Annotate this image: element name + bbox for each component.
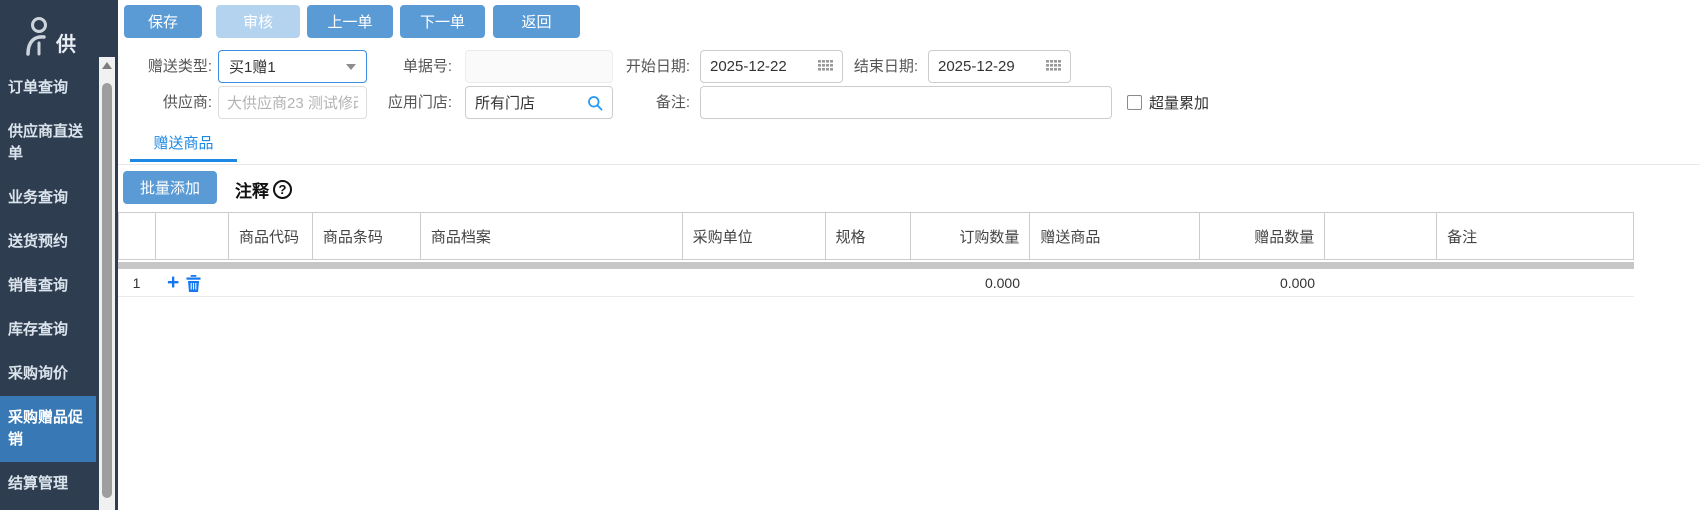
table-row: 1 + 0.000 0.000: [118, 270, 1634, 297]
sidebar-menu: 订单查询 供应商直送单 业务查询 送货预约 销售查询 库存查询 采购询价 采购赠…: [0, 66, 96, 506]
back-button[interactable]: 返回: [493, 5, 580, 38]
table-horizontal-scrollbar[interactable]: [118, 262, 1634, 269]
sidebar-item-business-query[interactable]: 业务查询: [0, 176, 96, 220]
end-date-label: 结束日期:: [853, 58, 918, 75]
row-gift-qty: 0.000: [1279, 275, 1315, 291]
row-actions: +: [155, 270, 228, 296]
supplier-person-icon: [22, 16, 54, 56]
batch-add-button[interactable]: 批量添加: [123, 171, 217, 204]
delete-row-trash-icon[interactable]: [186, 274, 201, 292]
sidebar-scrollbar[interactable]: [99, 57, 115, 510]
sidebar-item-purchase-inquiry[interactable]: 采购询价: [0, 352, 96, 396]
chevron-down-icon: [346, 63, 356, 70]
col-spec: 规格: [826, 213, 911, 259]
sidebar: 供 订单查询 供应商直送单 业务查询 送货预约 销售查询 库存查询 采购询价 采…: [0, 0, 118, 510]
store-value: 所有门店: [475, 95, 536, 112]
save-button[interactable]: 保存: [124, 5, 202, 38]
col-product-code: 商品代码: [229, 213, 313, 259]
end-date-input[interactable]: 2025-12-29: [928, 50, 1071, 83]
help-question-icon[interactable]: ?: [273, 180, 292, 199]
over-add-checkbox[interactable]: [1127, 95, 1142, 110]
sidebar-item-sales-query[interactable]: 销售查询: [0, 264, 96, 308]
app-logo: 供: [0, 0, 118, 56]
sidebar-item-stock-query[interactable]: 库存查询: [0, 308, 96, 352]
main-content: 保存 审核 上一单 下一单 返回 赠送类型: 买1赠1 单据号: 开始日期: 2…: [118, 0, 1700, 510]
col-barcode: 商品条码: [313, 213, 421, 259]
col-gift-product: 赠送商品: [1030, 213, 1201, 259]
audit-button[interactable]: 审核: [216, 5, 300, 38]
next-doc-button[interactable]: 下一单: [400, 5, 485, 38]
gift-type-label: 赠送类型:: [147, 58, 212, 75]
prev-doc-button[interactable]: 上一单: [307, 5, 393, 38]
col-product-file: 商品档案: [421, 213, 683, 259]
logo-text: 供: [56, 34, 76, 56]
sidebar-item-purchase-gift-promo[interactable]: 采购赠品促销: [0, 396, 96, 462]
gift-products-table: 商品代码 商品条码 商品档案 采购单位 规格 订购数量 赠送商品 赠品数量 备注…: [118, 212, 1634, 297]
col-row-actions: [156, 213, 229, 259]
remark-input[interactable]: [700, 86, 1112, 119]
tabs-divider: [118, 164, 1700, 165]
tab-gift-products[interactable]: 赠送商品: [130, 131, 237, 162]
scroll-up-icon[interactable]: [102, 62, 112, 69]
table-header-row: 商品代码 商品条码 商品档案 采购单位 规格 订购数量 赠送商品 赠品数量 备注: [118, 212, 1634, 260]
col-rownum: [119, 213, 156, 259]
remark-label: 备注:: [655, 94, 690, 111]
gift-type-value: 买1赠1: [229, 59, 276, 76]
col-gift-qty: 赠品数量: [1200, 213, 1326, 259]
note-label: 注释: [235, 182, 269, 201]
add-row-icon[interactable]: +: [167, 272, 179, 293]
supplier-label: 供应商:: [162, 94, 212, 111]
row-index: 1: [132, 275, 141, 291]
doc-no-label: 单据号:: [402, 58, 452, 75]
col-order-qty: 订购数量: [911, 213, 1031, 259]
col-purchase-unit: 采购单位: [683, 213, 826, 259]
supplier-input[interactable]: [218, 86, 367, 119]
sidebar-item-supplier-direct[interactable]: 供应商直送单: [0, 110, 96, 176]
calendar-icon[interactable]: [1046, 60, 1061, 73]
row-order-qty: 0.000: [984, 275, 1020, 291]
app-window: 供 订单查询 供应商直送单 业务查询 送货预约 销售查询 库存查询 采购询价 采…: [0, 0, 1700, 510]
sidebar-item-order-query[interactable]: 订单查询: [0, 66, 96, 110]
start-date-label: 开始日期:: [625, 58, 690, 75]
over-add-label: 超量累加: [1149, 95, 1210, 112]
store-label: 应用门店:: [387, 94, 452, 111]
sidebar-scrollbar-thumb[interactable]: [102, 83, 112, 498]
end-date-value: 2025-12-29: [938, 58, 1015, 75]
sidebar-item-delivery-reserve[interactable]: 送货预约: [0, 220, 96, 264]
col-remark: 备注: [1437, 213, 1634, 259]
sidebar-item-settlement[interactable]: 结算管理: [0, 462, 96, 506]
gift-type-select[interactable]: 买1赠1: [218, 50, 367, 83]
start-date-value: 2025-12-22: [710, 58, 787, 75]
col-spacer: [1325, 213, 1438, 259]
